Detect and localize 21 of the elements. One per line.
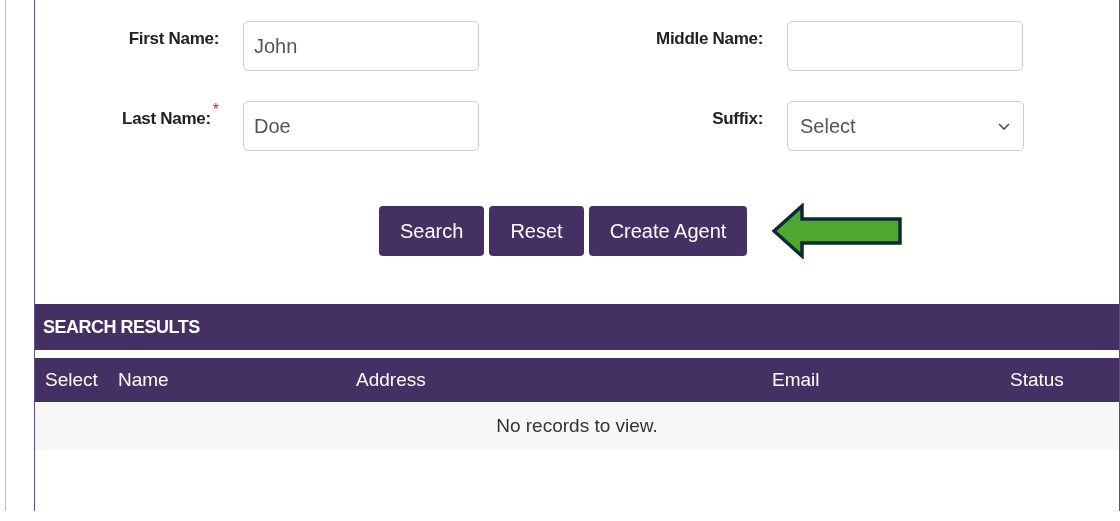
input-field[interactable] bbox=[787, 21, 1023, 71]
action-button[interactable]: Create Agent bbox=[588, 206, 748, 256]
field-label: Suffix: bbox=[712, 108, 763, 129]
action-button[interactable]: Search bbox=[379, 206, 485, 256]
suffix-select[interactable]: Select bbox=[787, 101, 1024, 151]
section-title: SEARCH RESULTS bbox=[43, 316, 200, 338]
action-button[interactable]: Reset bbox=[489, 206, 584, 256]
input-field[interactable]: John bbox=[243, 21, 479, 71]
field-label: Last Name: bbox=[122, 108, 211, 129]
column-header: Email bbox=[772, 369, 821, 391]
input-field[interactable]: Doe bbox=[243, 101, 479, 151]
column-header: Status bbox=[1010, 369, 1065, 391]
chevron-down-icon bbox=[997, 121, 1011, 131]
arrow-icon bbox=[772, 203, 903, 259]
required-mark: * bbox=[212, 101, 219, 120]
field-label: First Name: bbox=[128, 28, 219, 49]
column-header: Name bbox=[118, 369, 170, 391]
column-header: Select bbox=[45, 369, 99, 391]
column-header: Address bbox=[356, 369, 427, 391]
field-label: Middle Name: bbox=[656, 28, 763, 49]
empty-message: No records to view. bbox=[496, 415, 658, 437]
